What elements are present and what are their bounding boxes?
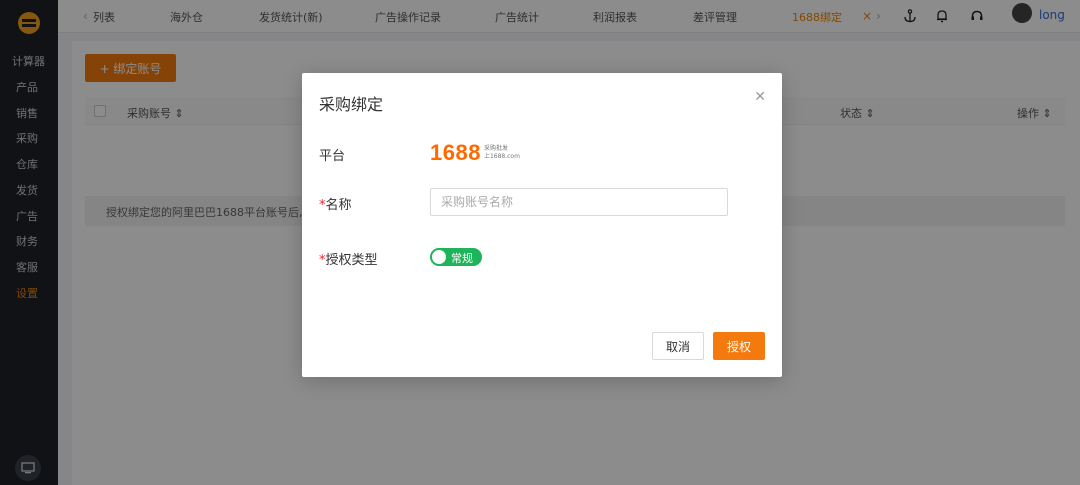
logo-tagline-line-2: 上1688.com xyxy=(483,153,520,160)
toggle-label: 常规 xyxy=(451,252,473,265)
logo-number: 1688 xyxy=(430,140,481,165)
dialog-title: 采购绑定 xyxy=(319,95,384,114)
toggle-knob xyxy=(432,250,446,264)
cancel-button[interactable]: 取消 xyxy=(652,332,704,360)
name-label: *名称 xyxy=(319,198,352,213)
logo-tagline: 采购批发 上1688.com xyxy=(484,145,520,161)
platform-label: 平台 xyxy=(319,149,346,164)
platform-1688-logo: 1688 采购批发 上1688.com xyxy=(430,141,520,165)
account-name-input[interactable] xyxy=(430,188,728,216)
authorize-button[interactable]: 授权 xyxy=(713,332,765,360)
name-label-text: 名称 xyxy=(325,198,352,213)
purchase-binding-dialog: 采购绑定 ✕ 平台 1688 采购批发 上1688.com *名称 *授权类型 … xyxy=(302,73,782,377)
auth-type-label: *授权类型 xyxy=(319,253,378,268)
auth-type-toggle[interactable]: 常规 xyxy=(430,248,482,266)
auth-type-label-text: 授权类型 xyxy=(325,253,378,268)
logo-tagline-line-1: 采购批发 xyxy=(483,145,508,152)
close-icon[interactable]: ✕ xyxy=(754,89,766,105)
